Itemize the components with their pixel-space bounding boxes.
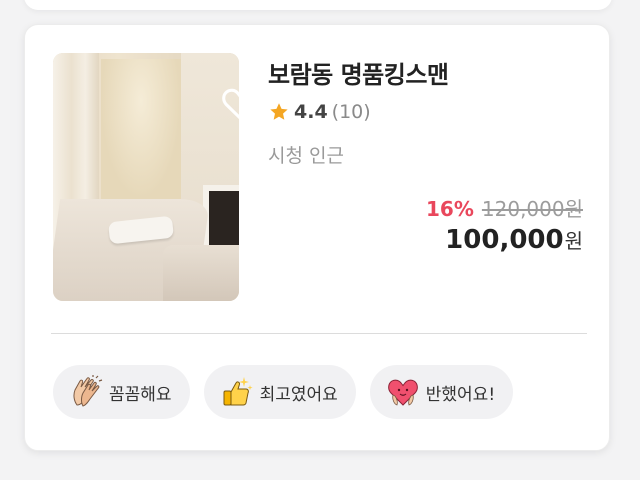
tag-label: 반했어요! — [425, 384, 496, 405]
divider — [51, 333, 587, 334]
star-icon — [270, 103, 288, 120]
heart-outline-icon[interactable] — [221, 87, 239, 121]
currency-unit: 원 — [564, 229, 583, 253]
listing-card[interactable]: 보람동 명품킹스맨 4.4 (10) 시청 인근 16% 120,000원 10… — [24, 24, 610, 451]
review-count: (10) — [331, 101, 371, 123]
previous-card-edge — [24, 0, 612, 10]
clapping-hands-icon — [73, 375, 103, 407]
heart-face-icon — [387, 379, 418, 406]
thumbnail-massage-bed-2 — [163, 245, 239, 301]
final-price: 100,000 원 — [445, 225, 583, 255]
rating-score: 4.4 — [294, 101, 328, 123]
tag-best[interactable]: 최고였어요 — [203, 365, 356, 419]
tag-label: 꼼꼼해요 — [109, 384, 172, 405]
tag-label: 최고였어요 — [259, 384, 338, 405]
listing-name[interactable]: 보람동 명품킹스맨 — [268, 55, 449, 90]
location-text: 시청 인근 — [268, 145, 344, 167]
listing-thumbnail[interactable] — [53, 53, 239, 301]
tag-love[interactable]: 반했어요! — [369, 365, 514, 419]
discount-rate: 16% — [426, 197, 474, 221]
rating: 4.4 (10) — [268, 99, 371, 125]
thumbnail-wall — [101, 59, 181, 199]
final-price-amount: 100,000 — [445, 225, 564, 255]
price-row: 16% 120,000원 — [426, 193, 583, 222]
thumbs-up-sparkle-icon — [223, 377, 253, 406]
tag-thorough[interactable]: 꼼꼼해요 — [53, 365, 190, 419]
original-price: 120,000원 — [481, 197, 583, 221]
review-tags: 꼼꼼해요 최고였어요 반했어요! — [53, 365, 514, 419]
